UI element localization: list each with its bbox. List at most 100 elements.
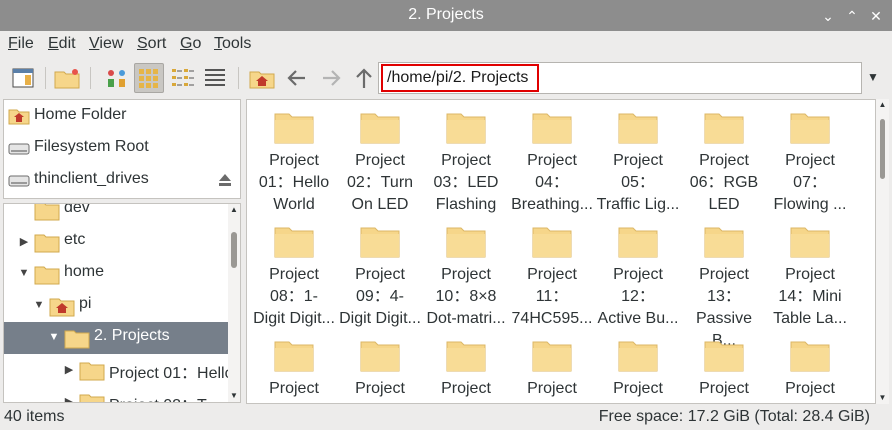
place-filesystem-root[interactable]: Filesystem Root <box>4 132 240 164</box>
menu-bar: File Edit View Sort Go Tools <box>0 31 892 57</box>
menu-sort[interactable]: Sort <box>137 35 166 53</box>
folder-icon <box>274 222 314 263</box>
detailed-list-view-icon[interactable] <box>200 63 230 93</box>
place-thinclient-drives[interactable]: thinclient_drives <box>4 164 240 196</box>
folder-item[interactable]: Project <box>510 328 594 403</box>
minimize-icon[interactable]: ⌄ <box>818 6 838 26</box>
new-folder-icon[interactable] <box>52 63 82 93</box>
drive-icon <box>8 171 30 194</box>
tree-row[interactable]: ▶ Project 01：Hello <box>4 354 234 386</box>
tree-row[interactable]: ▼ home <box>4 258 230 290</box>
folder-item[interactable]: Project 13： Passive B... <box>682 214 766 349</box>
folder-item[interactable]: Project 10：8×8 Dot-matri... <box>424 214 508 328</box>
tree-label: Project 02：T <box>109 391 207 402</box>
folder-icon <box>618 336 658 377</box>
close-icon[interactable]: ✕ <box>866 6 886 26</box>
free-space: Free space: 17.2 GiB (Total: 28.4 GiB) <box>598 408 870 425</box>
folder-icon <box>34 231 60 258</box>
menu-go[interactable]: Go <box>180 35 201 53</box>
path-history-dropdown-icon[interactable]: ▼ <box>864 70 882 86</box>
new-window-icon[interactable] <box>8 63 38 93</box>
location-bar[interactable]: /home/pi/2. Projects <box>378 62 862 94</box>
collapse-arrow-icon[interactable]: ▼ <box>48 331 60 343</box>
scroll-up-icon[interactable]: ▲ <box>228 204 240 216</box>
folder-name: Project <box>785 380 835 397</box>
up-arrow-icon[interactable] <box>349 63 379 93</box>
folder-item[interactable]: Project 06：RGB LED <box>682 100 766 214</box>
tree-label: home <box>64 263 105 280</box>
menu-edit[interactable]: Edit <box>48 35 76 53</box>
folder-item[interactable]: Project 12： Active Bu... <box>596 214 680 328</box>
back-arrow-icon[interactable] <box>282 63 312 93</box>
place-label: Filesystem Root <box>34 138 149 155</box>
drive-icon <box>8 139 30 162</box>
file-icon-view: Project 01：Hello World Project 02：Turn On LED… <box>246 99 876 404</box>
folder-item[interactable]: Project <box>768 328 852 403</box>
title-bar: 2. Projects ⌄ ⌃ ✕ <box>0 0 892 31</box>
folder-icon <box>790 108 830 149</box>
folder-item[interactable]: Project <box>682 328 766 403</box>
menu-view[interactable]: View <box>89 35 123 53</box>
status-bar: 40 items Free space: 17.2 GiB (Total: 28… <box>0 406 892 430</box>
collapse-arrow-icon[interactable]: ▼ <box>33 299 45 311</box>
tree-row[interactable]: ▶ etc <box>4 226 230 258</box>
expand-arrow-icon[interactable]: ▶ <box>18 235 30 248</box>
folder-icon <box>34 204 60 226</box>
scroll-down-icon[interactable]: ▼ <box>876 392 889 404</box>
folder-item[interactable]: Project <box>252 328 336 403</box>
eject-icon[interactable] <box>218 173 232 192</box>
folder-icon <box>790 336 830 377</box>
folder-name: Project 08：1- Digit Digit... <box>253 266 335 327</box>
folder-item[interactable]: Project 08：1- Digit Digit... <box>252 214 336 328</box>
folder-name: Project 05： Traffic Lig... <box>596 152 680 213</box>
tree-row[interactable]: ▼ pi <box>4 290 230 322</box>
compact-view-icon[interactable] <box>168 63 198 93</box>
folder-icon <box>64 327 90 354</box>
folder-item[interactable]: Project <box>424 328 508 403</box>
folder-item[interactable]: Project <box>338 328 422 403</box>
folder-name: Project 09：4- Digit Digit... <box>339 266 421 327</box>
folder-item[interactable]: Project 01：Hello World <box>252 100 336 214</box>
place-home-folder[interactable]: Home Folder <box>4 100 240 132</box>
tree-row[interactable]: ▼ 2. Projects <box>4 322 230 354</box>
folder-item[interactable]: Project <box>596 328 680 403</box>
folder-item[interactable]: Project 05： Traffic Lig... <box>596 100 680 214</box>
menu-file[interactable]: File <box>8 35 34 53</box>
folder-item[interactable]: Project 09：4- Digit Digit... <box>338 214 422 328</box>
folder-icon <box>532 336 572 377</box>
folder-name: Project <box>527 380 577 397</box>
folder-name: Project 07： Flowing ... <box>773 152 847 213</box>
collapse-arrow-icon[interactable]: ▼ <box>18 267 30 279</box>
folder-item[interactable]: Project 03：LED Flashing <box>424 100 508 214</box>
tree-label: dev <box>64 203 90 216</box>
folder-item[interactable]: Project 02：Turn On LED <box>338 100 422 214</box>
scroll-up-icon[interactable]: ▲ <box>876 99 889 111</box>
scroll-thumb[interactable] <box>231 232 237 268</box>
places-panel: Home Folder Filesystem Root thinclient_d… <box>3 99 241 199</box>
tree-row[interactable]: dev <box>4 203 230 226</box>
scroll-thumb[interactable] <box>880 119 885 179</box>
menu-tools[interactable]: Tools <box>214 35 251 53</box>
expand-arrow-icon[interactable]: ▶ <box>63 363 75 376</box>
folder-icon <box>790 222 830 263</box>
place-label: thinclient_drives <box>34 170 149 187</box>
folder-item[interactable]: Project 04： Breathing... <box>510 100 594 214</box>
home-icon[interactable] <box>247 63 277 93</box>
scroll-down-icon[interactable]: ▼ <box>228 390 240 402</box>
tree-label: etc <box>64 231 86 248</box>
forward-arrow-icon[interactable] <box>316 63 346 93</box>
expand-arrow-icon[interactable]: ▶ <box>63 395 75 402</box>
folder-item[interactable]: Project 07： Flowing ... <box>768 100 852 214</box>
icon-view-icon[interactable] <box>102 63 132 93</box>
folder-icon <box>532 108 572 149</box>
tree-scrollbar[interactable]: ▲ ▼ <box>228 204 240 402</box>
file-view-scrollbar[interactable]: ▲ ▼ <box>876 99 889 404</box>
tree-row[interactable]: ▶ Project 02：T <box>4 386 230 402</box>
home-folder-icon <box>8 107 30 130</box>
folder-item[interactable]: Project 11： 74HC595... <box>510 214 594 328</box>
maximize-icon[interactable]: ⌃ <box>842 6 862 26</box>
thumbnail-view-icon[interactable] <box>134 63 164 93</box>
folder-item[interactable]: Project 14：Mini Table La... <box>768 214 852 328</box>
folder-icon <box>704 108 744 149</box>
tree-label: pi <box>79 295 92 312</box>
